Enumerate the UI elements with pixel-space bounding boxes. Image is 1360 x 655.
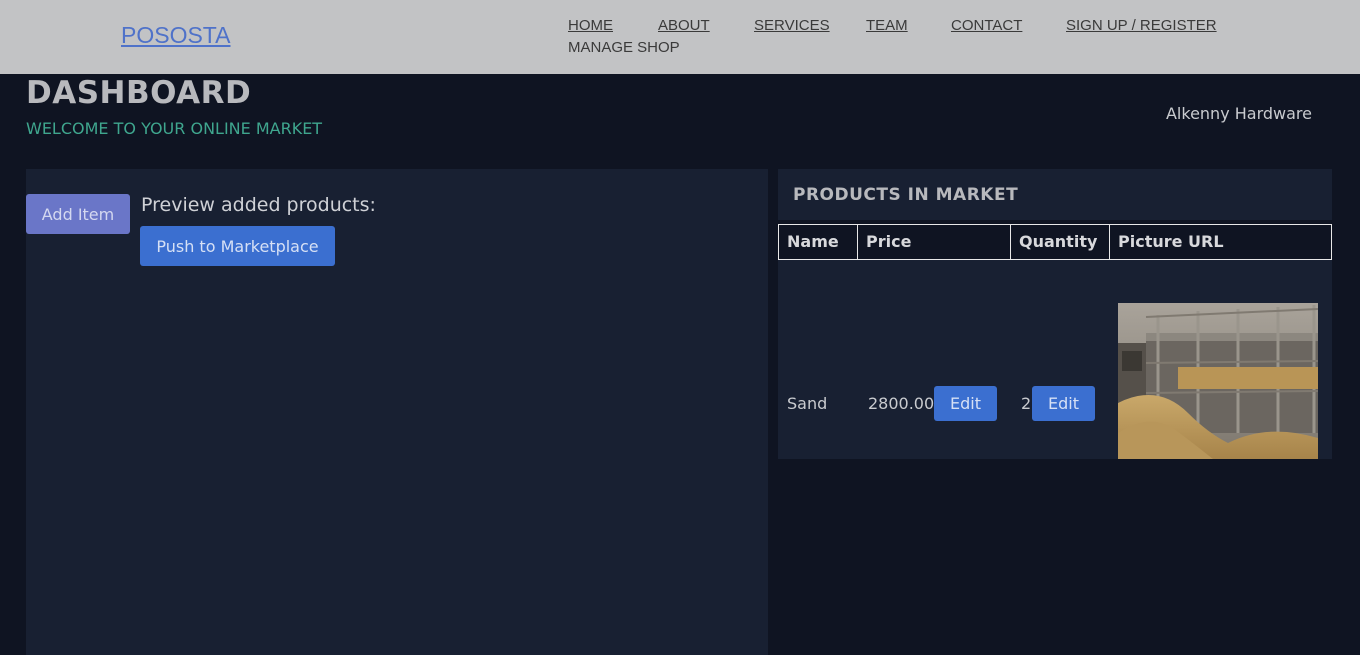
nav-link-home[interactable]: HOME (568, 17, 613, 34)
page-title: DASHBOARD (26, 75, 252, 111)
add-item-button[interactable]: Add Item (26, 194, 130, 234)
nav-link-about[interactable]: ABOUT (658, 17, 710, 34)
edit-price-button[interactable]: Edit (934, 386, 997, 421)
nav-link-contact[interactable]: CONTACT (951, 17, 1022, 34)
preview-label: Preview added products: (141, 194, 376, 216)
nav-link-services[interactable]: SERVICES (754, 17, 830, 34)
nav-link-manage-shop[interactable]: MANAGE SHOP (568, 39, 680, 56)
column-header-price: Price (858, 225, 1011, 259)
product-name-cell: Sand (787, 394, 828, 413)
column-header-picture-url: Picture URL (1118, 232, 1224, 251)
market-panel-title: PRODUCTS IN MARKET (793, 185, 1019, 205)
edit-quantity-button[interactable]: Edit (1032, 386, 1095, 421)
nav-link-signup[interactable]: SIGN UP / REGISTER (1066, 17, 1217, 34)
product-quantity-cell: 2 (1021, 394, 1032, 413)
column-header-name: Name (779, 225, 858, 259)
page-subtitle: WELCOME TO YOUR ONLINE MARKET (26, 119, 323, 138)
product-image-sand-truck (1118, 303, 1318, 459)
market-panel-header: PRODUCTS IN MARKET (778, 169, 1332, 220)
push-to-marketplace-button[interactable]: Push to Marketplace (140, 226, 335, 266)
product-price-cell: 2800.00 (868, 394, 935, 413)
shop-name: Alkenny Hardware (1165, 104, 1312, 123)
products-table-header: Name Price Quantity Picture URL (778, 224, 1332, 260)
brand-logo-link[interactable]: POSOSTA (121, 22, 231, 49)
column-header-quantity: Quantity (1011, 225, 1110, 259)
top-navbar: POSOSTA HOME ABOUT SERVICES TEAM CONTACT… (0, 0, 1360, 74)
preview-panel (26, 169, 768, 655)
nav-link-team[interactable]: TEAM (866, 17, 908, 34)
